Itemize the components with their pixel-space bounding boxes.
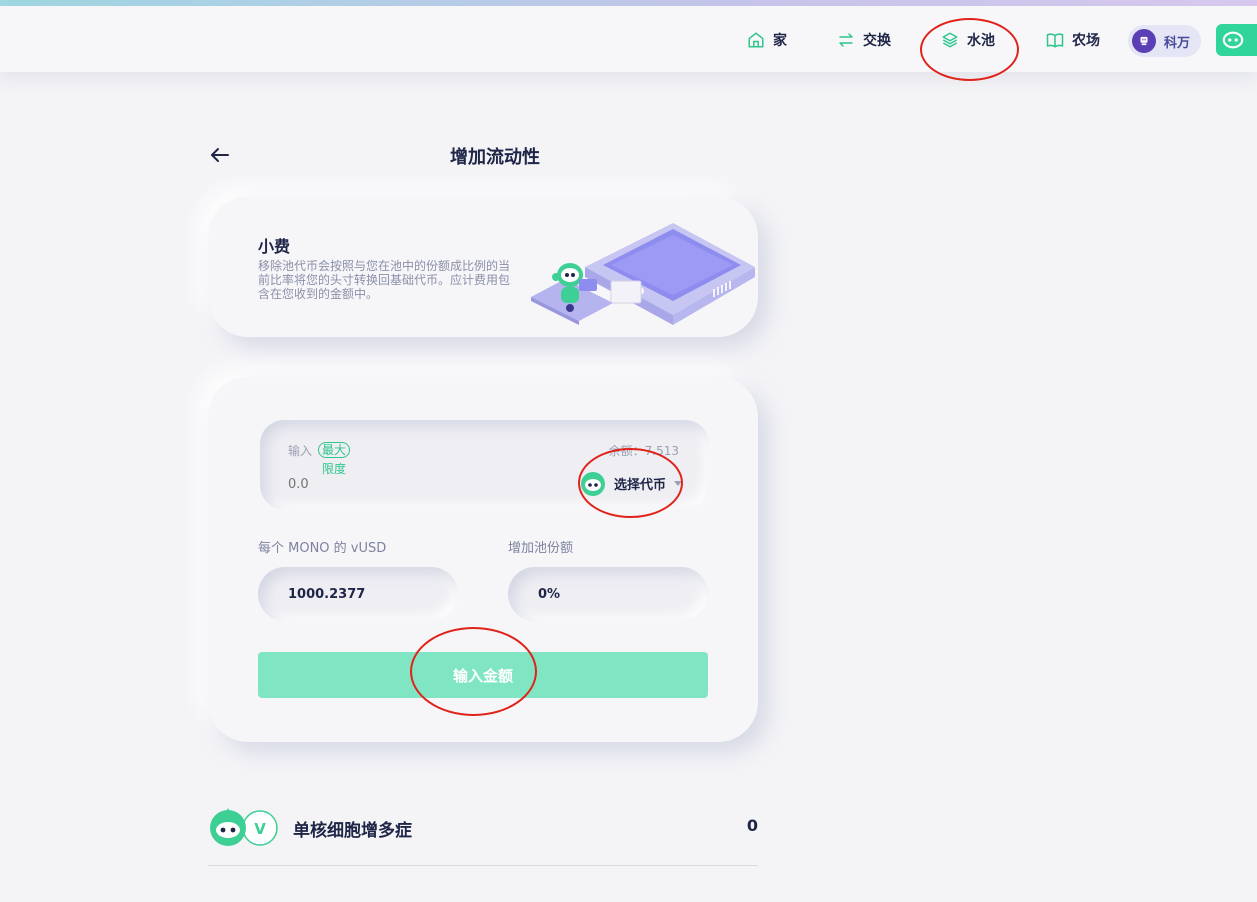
price-value: 1000.2377 xyxy=(288,586,366,602)
nav-label-home: 家 xyxy=(773,33,787,49)
pool-pair-row[interactable]: V 单核细胞增多症 0 xyxy=(208,804,758,866)
nav-item-home[interactable]: 家 xyxy=(747,28,787,52)
mono-logo-icon xyxy=(1222,31,1244,49)
share-value-box: 0% xyxy=(508,567,708,621)
back-arrow-icon[interactable] xyxy=(208,143,232,167)
nav-item-farm[interactable]: 农场 xyxy=(1046,28,1100,52)
balance-label: 余额：7.513 xyxy=(608,444,679,458)
wallet-button[interactable] xyxy=(1216,24,1257,56)
navbar: 家 交换 水池 农场 科万 xyxy=(0,6,1257,72)
info-text: 移除池代币会按照与您在池中的份额成比例的当前比率将您的头寸转换回基础代币。应计费… xyxy=(258,259,511,301)
nav-label-pool: 水池 xyxy=(967,33,995,49)
caret-down-icon xyxy=(674,481,683,486)
amount-input[interactable] xyxy=(288,475,468,493)
nav-label-farm: 农场 xyxy=(1072,33,1100,49)
nav-item-swap[interactable]: 交换 xyxy=(837,28,891,52)
layers-icon xyxy=(942,32,958,48)
token-input-panel: 输入 最大 限度 余额：7.513 选择代币 xyxy=(260,420,709,509)
user-account-button[interactable]: 科万 xyxy=(1128,25,1201,57)
info-card: 小费 移除池代币会按照与您在池中的份额成比例的当前比率将您的头寸转换回基础代币。… xyxy=(208,197,758,337)
nav-label-swap: 交换 xyxy=(863,33,891,49)
select-token-button[interactable]: 选择代币 xyxy=(580,470,683,496)
add-liquidity-card: 输入 最大 限度 余额：7.513 选择代币 每个 MONO 的 vUSD 增加… xyxy=(208,377,758,742)
mono-token-icon xyxy=(581,472,605,496)
user-avatar-icon xyxy=(1132,29,1156,53)
max-button[interactable]: 最大 xyxy=(318,442,351,458)
pair-value: 0 xyxy=(746,816,758,835)
input-label: 输入 xyxy=(288,444,313,458)
pool-illustration xyxy=(531,223,755,325)
svg-text:V: V xyxy=(254,820,266,838)
nav-item-pool[interactable]: 水池 xyxy=(941,28,995,52)
enter-amount-button[interactable]: 输入金额 xyxy=(258,652,708,698)
price-value-box: 1000.2377 xyxy=(258,567,458,621)
price-label: 每个 MONO 的 vUSD xyxy=(258,541,387,556)
share-value: 0% xyxy=(538,586,561,602)
page-title: 增加流动性 xyxy=(450,147,540,168)
swap-icon xyxy=(839,33,853,47)
info-title: 小费 xyxy=(258,237,291,256)
pair-token-icons: V xyxy=(210,808,278,846)
select-token-label: 选择代币 xyxy=(614,477,667,493)
book-icon xyxy=(1046,33,1064,48)
pair-name: 单核细胞增多症 xyxy=(293,821,412,841)
home-icon xyxy=(748,32,764,48)
share-label: 增加池份额 xyxy=(508,541,574,556)
user-label: 科万 xyxy=(1164,35,1191,51)
